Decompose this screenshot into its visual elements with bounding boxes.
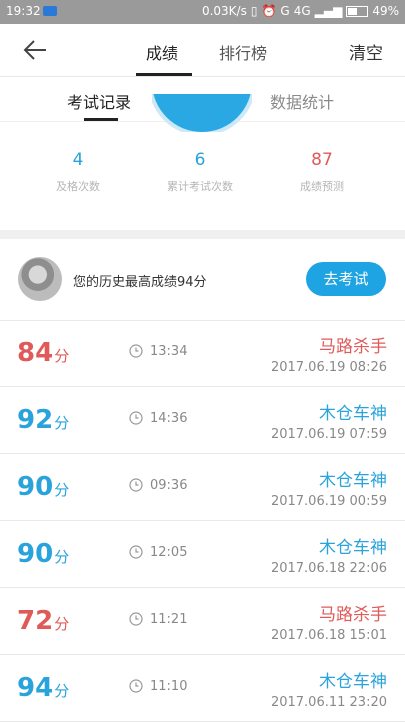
- score-dial: [152, 94, 252, 132]
- record-date: 2017.06.11: [270, 695, 346, 710]
- stat-value: 4: [72, 150, 84, 170]
- stat-total-exams: 6 累计考试次数: [135, 150, 265, 194]
- record-date: 2017.06.19: [270, 494, 346, 509]
- record-date: 2017.06.19: [270, 360, 346, 375]
- clock-icon: [129, 612, 143, 626]
- score-value: 90: [17, 539, 54, 569]
- stat-label: 成绩预测: [300, 180, 344, 193]
- record-duration: 11:10: [150, 679, 188, 694]
- record-datetime: 2017.06.18 15:01: [271, 628, 387, 643]
- status-time: 19:32: [6, 4, 41, 18]
- stat-score-prediction: 87 成绩预测: [257, 150, 387, 194]
- clock-icon: [129, 478, 143, 492]
- signal-type: G: [280, 4, 290, 18]
- take-exam-button[interactable]: 去考试: [306, 262, 386, 296]
- alarm-icon: ⏰: [261, 4, 277, 18]
- score-value: 90: [17, 472, 54, 502]
- record-datetime: 2017.06.19 00:59: [271, 494, 387, 509]
- clock-icon: [129, 545, 143, 559]
- top-bar: 成绩 排行榜 清空: [0, 24, 405, 77]
- stat-pass-count: 4 及格次数: [13, 150, 143, 194]
- active-subtab-indicator: [84, 118, 118, 121]
- score-value: 84: [17, 338, 54, 368]
- record-date: 2017.06.19: [270, 427, 346, 442]
- tab-score[interactable]: 成绩: [146, 40, 178, 64]
- battery-percent: 49%: [372, 4, 399, 18]
- score-unit: 分: [54, 347, 70, 365]
- stat-value: 6: [194, 150, 206, 170]
- record-duration: 12:05: [150, 545, 188, 560]
- record-duration: 14:36: [150, 411, 188, 426]
- net-speed: 0.03K/s: [201, 4, 247, 18]
- record-title: 木仓车神: [319, 672, 387, 692]
- status-bar: 19:32 0.03K/s ▯ ⏰ G 4G ▂▄▆ 49%: [0, 0, 405, 24]
- score-unit: 分: [54, 548, 70, 566]
- clock-icon: [129, 344, 143, 358]
- record-score: 72分: [17, 606, 69, 636]
- list-item[interactable]: 84分 13:34 马路杀手 2017.06.19 08:26: [0, 320, 405, 387]
- network-type: 4G: [293, 4, 311, 18]
- score-unit: 分: [54, 682, 70, 700]
- stats-summary: 4 及格次数 6 累计考试次数 87 成绩预测: [0, 150, 405, 220]
- record-duration: 09:36: [150, 478, 188, 493]
- record-time: 08:26: [349, 360, 387, 375]
- record-title: 马路杀手: [319, 605, 387, 625]
- record-time: 07:59: [349, 427, 387, 442]
- clear-button[interactable]: 清空: [349, 39, 383, 64]
- list-item[interactable]: 72分 11:21 马路杀手 2017.06.18 15:01: [0, 588, 405, 655]
- record-datetime: 2017.06.18 22:06: [271, 561, 387, 576]
- best-score-text: 您的历史最高成绩94分: [73, 275, 207, 290]
- stat-value: 87: [311, 150, 333, 170]
- active-tab-indicator: [136, 73, 192, 76]
- record-score: 92分: [17, 405, 69, 435]
- score-unit: 分: [54, 481, 70, 499]
- record-time: 15:01: [349, 628, 387, 643]
- record-duration: 11:21: [150, 612, 188, 627]
- record-title: 木仓车神: [319, 404, 387, 424]
- score-value: 72: [17, 606, 54, 636]
- signal-icon: ▂▄▆: [314, 4, 343, 18]
- vibrate-icon: ▯: [250, 4, 258, 18]
- record-datetime: 2017.06.11 23:20: [271, 695, 387, 710]
- record-title: 木仓车神: [319, 538, 387, 558]
- record-score: 90分: [17, 539, 69, 569]
- score-value: 94: [17, 673, 54, 703]
- back-arrow-icon[interactable]: [22, 38, 48, 62]
- tab-ranking[interactable]: 排行榜: [219, 40, 267, 64]
- tab-exam-records[interactable]: 考试记录: [67, 89, 131, 113]
- clock-icon: [129, 679, 143, 693]
- score-value: 92: [17, 405, 54, 435]
- exam-record-list: 84分 13:34 马路杀手 2017.06.19 08:26 92分 14:36 木仓车神…: [0, 320, 405, 722]
- score-unit: 分: [54, 615, 70, 633]
- status-right: 0.03K/s ▯ ⏰ G 4G ▂▄▆ 49%: [202, 4, 399, 18]
- section-divider: [0, 230, 405, 239]
- avatar: [18, 257, 62, 301]
- record-datetime: 2017.06.19 08:26: [271, 360, 387, 375]
- record-score: 84分: [17, 338, 69, 368]
- score-unit: 分: [54, 414, 70, 432]
- clock-icon: [129, 411, 143, 425]
- battery-icon: [346, 5, 369, 17]
- list-item[interactable]: 92分 14:36 木仓车神 2017.06.19 07:59: [0, 387, 405, 454]
- notification-icon: [43, 6, 57, 16]
- record-datetime: 2017.06.19 07:59: [271, 427, 387, 442]
- record-time: 00:59: [349, 494, 387, 509]
- best-score-bar: 您的历史最高成绩94分 去考试: [0, 240, 405, 321]
- record-score: 94分: [17, 673, 69, 703]
- record-title: 马路杀手: [319, 337, 387, 357]
- record-duration: 13:34: [150, 344, 188, 359]
- tab-data-statistics[interactable]: 数据统计: [270, 89, 334, 113]
- list-item[interactable]: 90分 09:36 木仓车神 2017.06.19 00:59: [0, 454, 405, 521]
- list-item[interactable]: 94分 11:10 木仓车神 2017.06.11 23:20: [0, 655, 405, 722]
- record-date: 2017.06.18: [270, 628, 346, 643]
- list-item[interactable]: 90分 12:05 木仓车神 2017.06.18 22:06: [0, 521, 405, 588]
- record-time: 22:06: [349, 561, 387, 576]
- stat-label: 及格次数: [56, 180, 100, 193]
- record-title: 木仓车神: [319, 471, 387, 491]
- stat-label: 累计考试次数: [167, 180, 233, 193]
- record-score: 90分: [17, 472, 69, 502]
- record-date: 2017.06.18: [270, 561, 346, 576]
- record-time: 23:20: [349, 695, 387, 710]
